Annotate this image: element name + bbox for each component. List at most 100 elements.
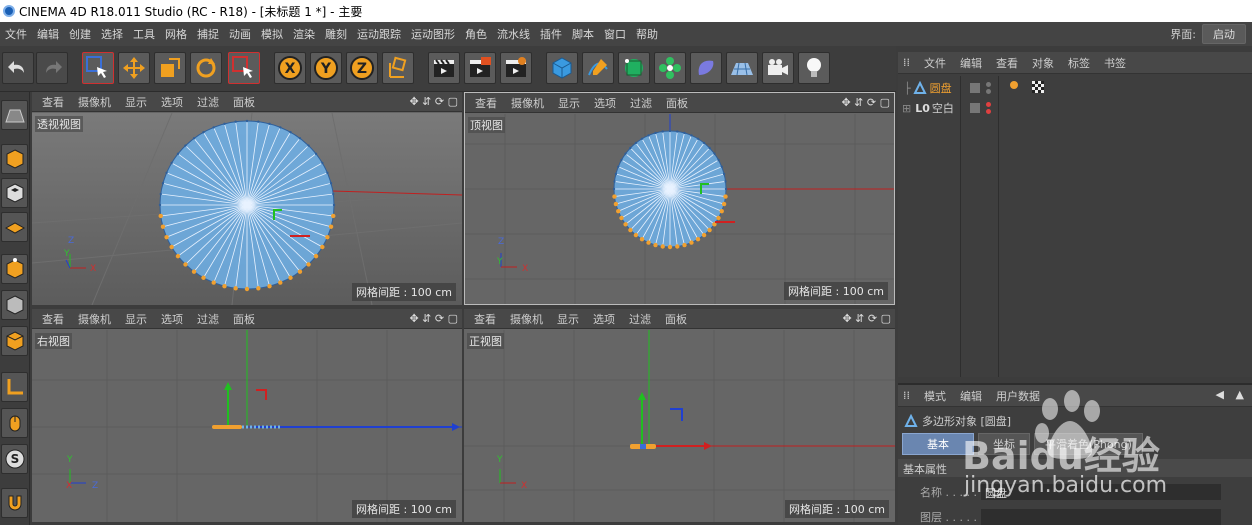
vp-menu-panel[interactable]: 面板	[226, 94, 262, 110]
snapping-button[interactable]: S	[1, 444, 28, 474]
render-view-button[interactable]	[428, 52, 460, 84]
subdivision-surface-button[interactable]	[618, 52, 650, 84]
vp-menu-view[interactable]: 查看	[32, 311, 71, 327]
x-axis-lock[interactable]: X	[274, 52, 306, 84]
menu-help[interactable]: 帮助	[631, 26, 663, 42]
uvw-tag-icon[interactable]	[1032, 81, 1044, 93]
menu-plugins[interactable]: 插件	[535, 26, 567, 42]
object-row-disc[interactable]: ├ 圆盘	[904, 79, 1044, 97]
polygons-mode-button[interactable]	[1, 326, 28, 356]
floor-button[interactable]	[726, 52, 758, 84]
editor-visibility-dot[interactable]	[986, 102, 991, 107]
object-row-null[interactable]: ⊞ L0 空白	[902, 99, 991, 117]
y-axis-lock[interactable]: Y	[310, 52, 342, 84]
viewport-nav-controls[interactable]: ✥ ⇵ ⟳ ▢	[841, 96, 890, 109]
tweak-mode-button[interactable]	[1, 408, 28, 438]
menu-sculpt[interactable]: 雕刻	[320, 26, 352, 42]
render-settings-button[interactable]	[500, 52, 532, 84]
menu-select[interactable]: 选择	[96, 26, 128, 42]
menu-file[interactable]: 文件	[0, 26, 32, 42]
right-viewport[interactable]: 查看 摄像机 显示 选项 过滤 面板 ✥ ⇵ ⟳ ▢ Y X Z 右视图 网格间距 …	[32, 309, 462, 522]
cloner-button[interactable]	[654, 52, 686, 84]
layout-dropdown[interactable]: 启动	[1202, 24, 1246, 44]
model-mode-button[interactable]	[1, 144, 28, 174]
coordinate-system-button[interactable]	[382, 52, 414, 84]
menu-mograph[interactable]: 运动图形	[406, 26, 460, 42]
menu-create[interactable]: 创建	[64, 26, 96, 42]
live-selection-tool[interactable]	[82, 52, 114, 84]
z-axis-lock[interactable]: Z	[346, 52, 378, 84]
cube-primitive-button[interactable]	[546, 52, 578, 84]
vp-menu-panel[interactable]: 面板	[659, 95, 695, 111]
pen-spline-button[interactable]	[582, 52, 614, 84]
vp-menu-options[interactable]: 选项	[587, 95, 623, 111]
make-editable-button[interactable]	[1, 100, 28, 130]
menu-edit[interactable]: 编辑	[32, 26, 64, 42]
tab-coordinates[interactable]: 坐标	[978, 433, 1030, 455]
scale-tool[interactable]	[154, 52, 186, 84]
vp-menu-panel[interactable]: 面板	[658, 311, 694, 327]
light-button[interactable]	[798, 52, 830, 84]
viewport-nav-controls[interactable]: ✥ ⇵ ⟳ ▢	[409, 312, 458, 325]
om-menu-objects[interactable]: 对象	[1025, 55, 1061, 71]
undo-button[interactable]	[2, 52, 34, 84]
vp-menu-view[interactable]: 查看	[32, 94, 71, 110]
vp-menu-filter[interactable]: 过滤	[622, 311, 658, 327]
move-tool[interactable]	[118, 52, 150, 84]
tab-phong[interactable]: 平滑着色(Phong)	[1034, 433, 1143, 455]
workplane-mode-button[interactable]	[1, 212, 28, 242]
menu-character[interactable]: 角色	[460, 26, 492, 42]
tab-basic[interactable]: 基本	[902, 433, 974, 455]
menu-motion-tracking[interactable]: 运动跟踪	[352, 26, 406, 42]
am-menu-mode[interactable]: 模式	[917, 388, 953, 404]
vp-menu-display[interactable]: 显示	[118, 311, 154, 327]
visibility-toggle[interactable]	[970, 103, 980, 113]
menu-window[interactable]: 窗口	[599, 26, 631, 42]
top-viewport[interactable]: 查看 摄像机 显示 选项 过滤 面板 ✥ ⇵ ⟳ ▢ ZY X 顶视图 网格间距 …	[464, 92, 895, 305]
front-viewport[interactable]: 查看 摄像机 显示 选项 过滤 面板 ✥ ⇵ ⟳ ▢ YX 正视图 网格间距 :…	[464, 309, 895, 522]
menu-snap[interactable]: 捕捉	[192, 26, 224, 42]
am-menu-edit[interactable]: 编辑	[953, 388, 989, 404]
vp-menu-camera[interactable]: 摄像机	[503, 311, 550, 327]
vp-menu-display[interactable]: 显示	[551, 95, 587, 111]
magnet-button[interactable]	[1, 488, 28, 518]
rotate-tool[interactable]	[190, 52, 222, 84]
back-arrow-icon[interactable]: ◀	[1216, 388, 1224, 401]
menu-animate[interactable]: 动画	[224, 26, 256, 42]
perspective-viewport[interactable]: 查看 摄像机 显示 选项 过滤 面板 ✥ ⇵ ⟳ ▢ ZY X 透视视图 网格间距…	[32, 92, 462, 305]
vp-menu-options[interactable]: 选项	[586, 311, 622, 327]
om-menu-edit[interactable]: 编辑	[953, 55, 989, 71]
om-menu-view[interactable]: 查看	[989, 55, 1025, 71]
layer-field-input[interactable]	[980, 509, 1221, 525]
menu-mesh[interactable]: 网格	[160, 26, 192, 42]
menu-tools[interactable]: 工具	[128, 26, 160, 42]
vp-menu-camera[interactable]: 摄像机	[504, 95, 551, 111]
camera-button[interactable]	[762, 52, 794, 84]
texture-mode-button[interactable]	[1, 178, 28, 208]
up-arrow-icon[interactable]: ▲	[1236, 388, 1244, 401]
viewport-nav-controls[interactable]: ✥ ⇵ ⟳ ▢	[842, 312, 891, 325]
name-field-input[interactable]: 圆盘	[980, 484, 1221, 500]
recent-tool[interactable]	[228, 52, 260, 84]
points-mode-button[interactable]	[1, 254, 28, 284]
visibility-toggle[interactable]	[970, 83, 980, 93]
vp-menu-filter[interactable]: 过滤	[190, 94, 226, 110]
vp-menu-options[interactable]: 选项	[154, 94, 190, 110]
render-picture-viewer-button[interactable]	[464, 52, 496, 84]
vp-menu-options[interactable]: 选项	[154, 311, 190, 327]
edges-mode-button[interactable]	[1, 290, 28, 320]
om-menu-bookmarks[interactable]: 书签	[1097, 55, 1133, 71]
render-visibility-dot[interactable]	[986, 109, 991, 114]
vp-menu-panel[interactable]: 面板	[226, 311, 262, 327]
editor-visibility-dot[interactable]	[986, 82, 991, 87]
vp-menu-filter[interactable]: 过滤	[190, 311, 226, 327]
menu-script[interactable]: 脚本	[567, 26, 599, 42]
vp-menu-view[interactable]: 查看	[464, 311, 503, 327]
vp-menu-camera[interactable]: 摄像机	[71, 311, 118, 327]
am-menu-user-data[interactable]: 用户数据	[989, 388, 1047, 404]
viewport-nav-controls[interactable]: ✥ ⇵ ⟳ ▢	[409, 95, 458, 108]
vp-menu-camera[interactable]: 摄像机	[71, 94, 118, 110]
vp-menu-display[interactable]: 显示	[118, 94, 154, 110]
axis-mode-button[interactable]	[1, 372, 28, 402]
vp-menu-filter[interactable]: 过滤	[623, 95, 659, 111]
